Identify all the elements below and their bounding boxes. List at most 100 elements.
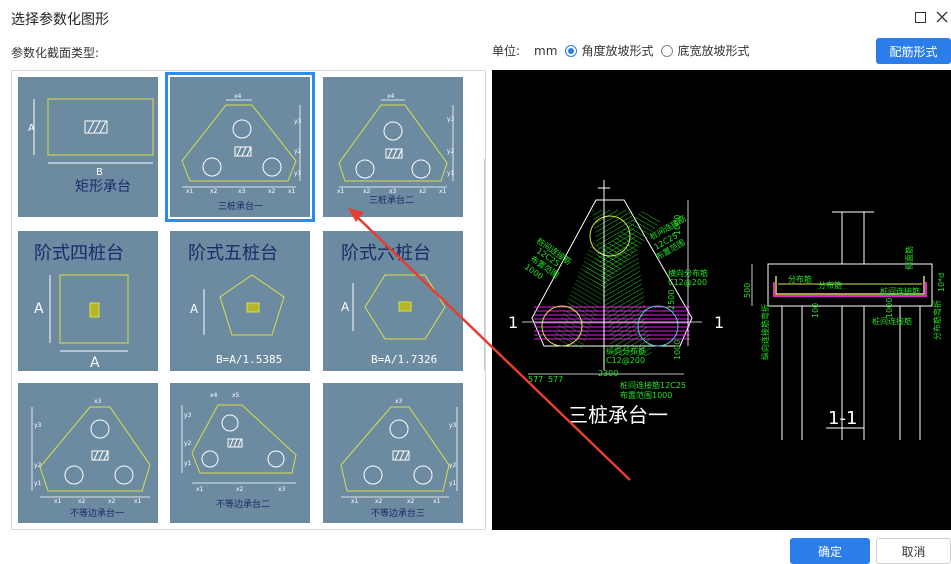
unit-value: mm [534,43,558,58]
thumb-name: 三桩承台一 [218,200,263,212]
cad-label: 100 [811,303,820,318]
thumb-name: 矩形承台 [75,179,131,195]
cad-label: 2500 [667,290,676,310]
dim-label: x2 [375,498,383,505]
thumb-drawing: x4 y3 y2 y1 x1 x2 x3 x2 x1 三桩承台一 [181,93,302,212]
dim-label: A [90,355,100,371]
thumb-stepped-five-pile[interactable]: 阶式五桩台 A B=A/1.5385 [170,231,310,371]
radio-dot [661,44,674,57]
dim-label: y2 [34,462,42,469]
cad-label: 分布筋 [818,280,842,290]
close-icon [936,11,948,23]
thumb-drawing: 阶式六桩台 A B=A/1.7326 [341,243,446,366]
cad-label: 1000 [673,215,682,235]
cad-label: C12@200 [606,356,645,365]
dim-label: y1 [184,460,192,467]
cad-label: 1000 [885,298,894,318]
maximize-icon [914,11,926,23]
unit-row: 单位: mm 角度放坡形式 底宽放坡形式 [492,42,749,59]
thumb-drawing: x3 y3 y2 y1 x1 x2 x2 x1 不等边承台三 [340,398,458,519]
thumb-name: 不等边承台一 [70,507,124,519]
cad-label: 10*d [937,273,946,292]
cad-label: 桩间连接筋12C25 [620,380,686,390]
rebar-form-button[interactable]: 配筋形式 [876,38,951,64]
dim-label: A [190,302,199,316]
radio-angle-slope[interactable]: 角度放坡形式 [565,42,653,59]
dim-label: x3 [278,486,286,493]
thumb-name: 三桩承台二 [369,194,414,206]
cad-label: 布置范围1000 [620,390,672,400]
dim-label: x1 [134,498,142,505]
dim-label: x3 [395,398,403,405]
dim-label: x3 [94,398,102,405]
dim-label: y1 [34,480,42,487]
thumb-unequal-cap-1[interactable]: x3 y3 y2 y1 x1 x2 x2 x1 不等边承台一 [18,383,158,523]
thumb-drawing: x4 x5 y3 y2 y1 x1 x2 x3 不等边承台二 [181,392,297,510]
thumb-drawing: 阶式四桩台 A A [34,243,129,371]
thumb-drawing: x4 y3 y2 y1 x1 x2 x3 x2 x1 三桩承台二 [337,93,455,206]
dim-label: y3 [449,422,457,429]
unit-label: 单位: [492,44,521,58]
dim-label: x3 [238,188,246,195]
cad-label: 纵向连接筋弯折 [760,304,770,360]
dim-label: A [341,300,350,314]
radio-label: 角度放坡形式 [581,44,654,58]
cancel-button[interactable]: 取消 [876,538,951,564]
thumb-three-pile-cap-1[interactable]: x4 y3 y2 y1 x1 x2 x3 x2 x1 三桩承台一 [165,72,315,222]
cad-label: 分布筋弯折 [932,300,942,340]
dim-label: y1 [449,480,457,487]
dim-label: B [96,167,103,178]
dim-label: y3 [184,412,192,419]
dim-label: x1 [54,498,62,505]
cad-label: 2300 [598,369,618,378]
dim-label: x1 [433,498,441,505]
dim-label: y3 [294,118,302,125]
cad-label: 1000 [673,340,682,360]
thumb-stepped-four-pile[interactable]: 阶式四桩台 A A [18,231,158,371]
dim-label: y2 [447,148,455,155]
gallery-scrollbar[interactable] [484,157,485,372]
cad-label: 分布筋 [788,274,812,284]
cad-label: C12@200 [668,278,707,287]
dim-label: x2 [108,498,116,505]
dim-label: x2 [236,486,244,493]
thumb-stepped-six-pile[interactable]: 阶式六桩台 A B=A/1.7326 [323,231,463,371]
cad-label: 横向分布筋 [668,268,708,278]
dim-label: y3 [34,422,42,429]
maximize-button[interactable] [911,8,929,26]
dim-label: x1 [439,188,447,195]
close-button[interactable] [933,8,951,26]
dim-label: x1 [288,188,296,195]
thumb-unequal-cap-2[interactable]: x4 x5 y3 y2 y1 x1 x2 x3 不等边承台二 [170,383,310,523]
cad-label: 500 [743,283,752,298]
thumb-rect-cap[interactable]: A B 矩形承台 [18,77,158,217]
thumb-name: 不等边承台二 [216,498,270,510]
thumb-name: 不等边承台三 [371,507,425,519]
dim-label: y2 [184,440,192,447]
dim-label: A [28,123,35,134]
cad-label: 577 [548,375,563,384]
dim-label: x4 [387,93,395,100]
section-mark: 1 [508,313,518,332]
cad-label: 侧面筋 [904,246,914,270]
window-title: 选择参数化图形 [11,12,109,28]
dim-label: y3 [447,116,455,123]
dim-label: x1 [186,188,194,195]
cad-label: 577 [528,375,543,384]
preview-section-title: 1-1 [828,408,857,429]
dim-label: x2 [419,188,427,195]
dim-label: B=A/1.5385 [216,353,282,366]
dim-label: x1 [196,486,204,493]
thumb-three-pile-cap-2[interactable]: x4 y3 y2 y1 x1 x2 x3 x2 x1 三桩承台二 [323,77,463,217]
ok-button[interactable]: 确定 [790,538,870,564]
thumb-name: 阶式五桩台 [188,243,278,264]
dim-label: x1 [337,188,345,195]
dim-label: x4 [210,392,218,399]
dim-label: x2 [210,188,218,195]
title-bar: 选择参数化图形 [0,0,951,36]
cad-preview: 1 1 桩间连接筋 12C25 布置范围 1000 桩间连接筋 12C25 布置… [492,70,951,530]
dim-label: x2 [363,188,371,195]
preview-main-title: 三桩承台一 [568,403,668,427]
radio-bottom-width-slope[interactable]: 底宽放坡形式 [661,42,749,59]
thumb-unequal-cap-3[interactable]: x3 y3 y2 y1 x1 x2 x2 x1 不等边承台三 [323,383,463,523]
